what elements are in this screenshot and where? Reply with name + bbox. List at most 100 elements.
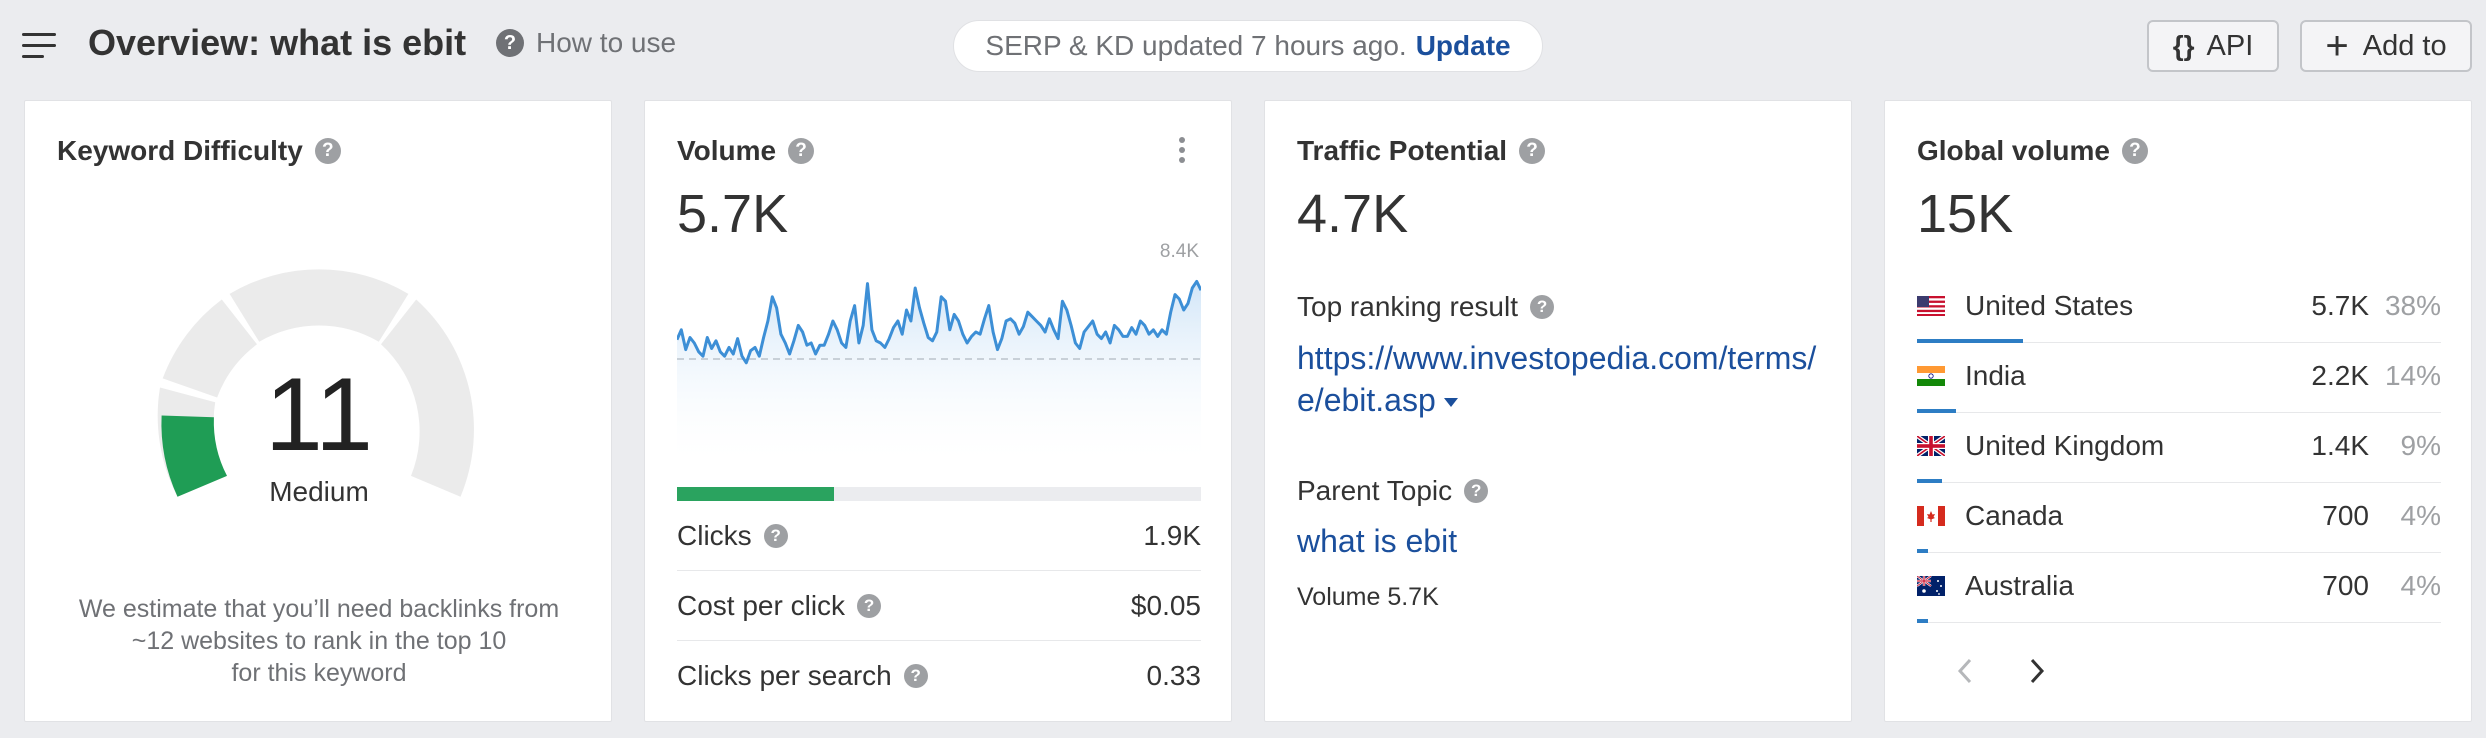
clicks-progress-bar xyxy=(677,487,1201,501)
help-icon[interactable]: ? xyxy=(763,523,788,548)
uk-flag-icon xyxy=(1917,436,1945,456)
api-button[interactable]: {} API xyxy=(2147,20,2279,72)
how-to-use-link[interactable]: ? How to use xyxy=(496,27,676,59)
metric-label: Clicks per search xyxy=(677,660,892,691)
card-header: Traffic Potential ? xyxy=(1297,135,1546,167)
country-name: Australia xyxy=(1965,570,2074,601)
more-options-icon[interactable] xyxy=(1179,137,1187,165)
kd-score: 11 xyxy=(265,357,373,473)
country-percent: 38% xyxy=(2384,290,2441,321)
volume-value: 5.7K xyxy=(677,184,789,244)
country-percent: 9% xyxy=(2400,430,2441,461)
kd-level: Medium xyxy=(269,476,369,507)
metric-row-cpc: Cost per click ? $0.05 xyxy=(677,571,1201,641)
top-ranking-result-label: Top ranking result ? xyxy=(1297,291,1555,323)
help-icon[interactable]: ? xyxy=(1530,295,1555,319)
gauge-segment-3 xyxy=(229,269,409,342)
country-percent: 4% xyxy=(2400,500,2441,531)
country-row[interactable]: United States 5.7K 38% xyxy=(1917,273,2441,343)
help-icon[interactable]: ? xyxy=(788,138,815,164)
braces-icon: {} xyxy=(2172,30,2195,61)
help-icon[interactable]: ? xyxy=(1519,138,1546,164)
parent-topic-text: Parent Topic xyxy=(1297,475,1453,506)
canada-flag-icon xyxy=(1917,506,1945,526)
card-header: Keyword Difficulty ? xyxy=(57,135,341,167)
country-row[interactable]: United Kingdom 1.4K 9% xyxy=(1917,413,2441,483)
country-name: United States xyxy=(1965,290,2134,321)
country-percent: 4% xyxy=(2400,570,2441,601)
help-icon[interactable]: ? xyxy=(2121,138,2148,164)
australia-flag-icon xyxy=(1917,576,1945,596)
metric-label-wrap: Cost per click ? xyxy=(677,589,882,622)
metric-label: Clicks xyxy=(677,519,752,551)
volume-chart-max-label: 8.4K xyxy=(1159,241,1199,262)
card-header: Global volume ? xyxy=(1917,135,2148,167)
metric-label-wrap: Clicks per search ? xyxy=(677,660,928,692)
metric-label-wrap: Clicks ? xyxy=(677,520,788,552)
global-volume-title: Global volume xyxy=(1917,135,2110,166)
metric-label: Cost per click xyxy=(677,589,846,621)
country-volume: 5.7K xyxy=(2311,290,2369,321)
clicks-progress-fill xyxy=(677,487,835,501)
country-volume: 700 xyxy=(2322,500,2369,531)
update-link[interactable]: Update xyxy=(1416,30,1511,62)
help-icon: ? xyxy=(496,29,524,57)
metric-value: 1.9K xyxy=(1143,519,1201,551)
prev-page-button[interactable] xyxy=(1945,651,1985,691)
chevron-left-icon xyxy=(1957,658,1972,684)
country-volume: 2.2K xyxy=(2311,360,2369,391)
add-to-button-label: Add to xyxy=(2362,29,2447,62)
card-header: Volume ? xyxy=(677,135,815,167)
top-ranking-result-link[interactable]: https://www.investopedia.com/terms/e/ebi… xyxy=(1297,337,1837,421)
api-button-label: API xyxy=(2206,29,2254,62)
how-to-use-label: How to use xyxy=(536,27,677,58)
add-to-button[interactable]: + Add to xyxy=(2300,20,2472,72)
global-volume-card: Global volume ? 15K United States 5.7K 3… xyxy=(1884,100,2472,722)
us-flag-icon xyxy=(1917,296,1945,316)
traffic-potential-card: Traffic Potential ? 4.7K Top ranking res… xyxy=(1264,100,1852,722)
country-row[interactable]: Australia 700 4% xyxy=(1917,553,2441,623)
country-volume: 700 xyxy=(2322,570,2369,601)
plus-icon: + xyxy=(2325,24,2349,68)
country-name: Canada xyxy=(1965,500,2064,531)
top-bar: Overview: what is ebit ? How to use SERP… xyxy=(0,0,2486,92)
update-status-text: SERP & KD updated 7 hours ago. xyxy=(985,30,1407,61)
traffic-potential-value: 4.7K xyxy=(1297,184,1409,244)
chevron-right-icon xyxy=(2030,658,2045,684)
country-name: United Kingdom xyxy=(1965,430,2165,461)
update-status-pill: SERP & KD updated 7 hours ago. Update xyxy=(953,20,1543,72)
country-row[interactable]: India 2.2K 14% xyxy=(1917,343,2441,413)
help-icon[interactable]: ? xyxy=(1464,479,1489,503)
metric-value: 0.33 xyxy=(1146,660,1202,691)
volume-title: Volume xyxy=(677,135,777,166)
metric-value: $0.05 xyxy=(1130,589,1201,621)
country-volume: 1.4K xyxy=(2311,430,2369,461)
top-ranking-result-url[interactable]: https://www.investopedia.com/terms/e/ebi… xyxy=(1297,340,1816,418)
parent-topic-label: Parent Topic ? xyxy=(1297,475,1489,507)
metric-row-cps: Clicks per search ? 0.33 xyxy=(677,641,1201,711)
next-page-button[interactable] xyxy=(2017,651,2057,691)
country-row[interactable]: Canada 700 4% xyxy=(1917,483,2441,553)
india-flag-icon xyxy=(1917,366,1945,386)
country-percent: 14% xyxy=(2384,360,2441,391)
traffic-potential-title: Traffic Potential xyxy=(1297,135,1508,166)
kd-title: Keyword Difficulty xyxy=(57,135,303,166)
country-share-bar xyxy=(1917,619,1929,623)
kd-note: We estimate that you’ll need backlinks f… xyxy=(78,595,560,687)
country-name: India xyxy=(1965,360,2026,391)
volume-card: Volume ? 5.7K 8.4K Clicks ? 1.9K Cost pe… xyxy=(644,100,1232,722)
caret-down-icon[interactable] xyxy=(1443,398,1458,408)
top-ranking-result-text: Top ranking result xyxy=(1297,291,1519,322)
keyword-difficulty-card: Keyword Difficulty ? 11 Medium We estima… xyxy=(24,100,612,722)
parent-topic-volume: Volume 5.7K xyxy=(1297,583,1439,611)
page-title: Overview: what is ebit xyxy=(88,22,467,63)
pagination xyxy=(1945,651,2057,691)
volume-trend-chart xyxy=(677,279,1201,469)
help-icon[interactable]: ? xyxy=(857,593,882,618)
global-volume-value: 15K xyxy=(1917,184,2014,244)
menu-icon[interactable] xyxy=(22,33,56,59)
help-icon[interactable]: ? xyxy=(903,664,928,688)
help-icon[interactable]: ? xyxy=(314,138,341,164)
parent-topic-link[interactable]: what is ebit xyxy=(1297,523,1457,560)
metric-row-clicks: Clicks ? 1.9K xyxy=(677,501,1201,571)
